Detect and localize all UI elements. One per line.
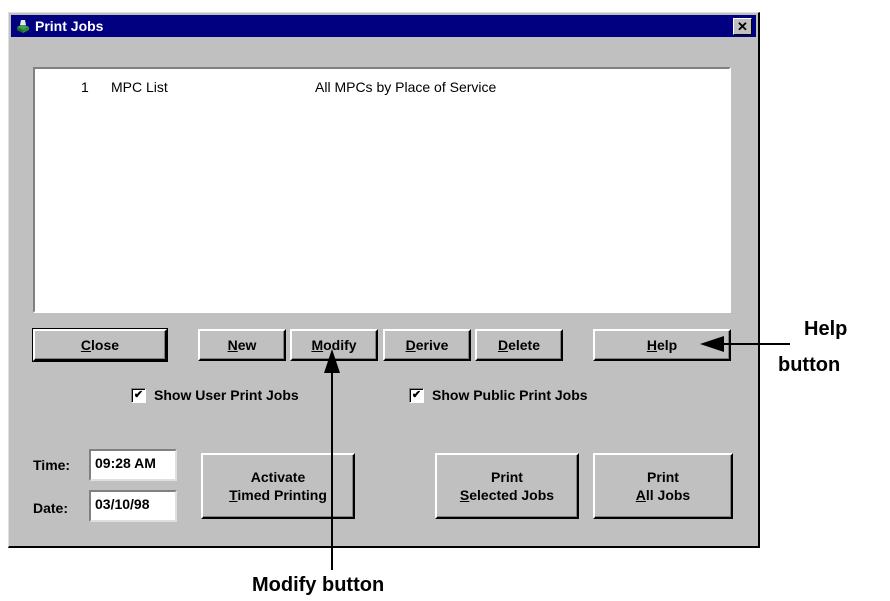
modify-arrow [324, 349, 340, 570]
help-annotation-line1: Help [804, 318, 848, 340]
help-annotation-line2: button [778, 354, 841, 376]
annotation-arrows [324, 336, 790, 570]
modify-annotation: Modify button [252, 574, 385, 596]
help-arrow [700, 336, 790, 352]
